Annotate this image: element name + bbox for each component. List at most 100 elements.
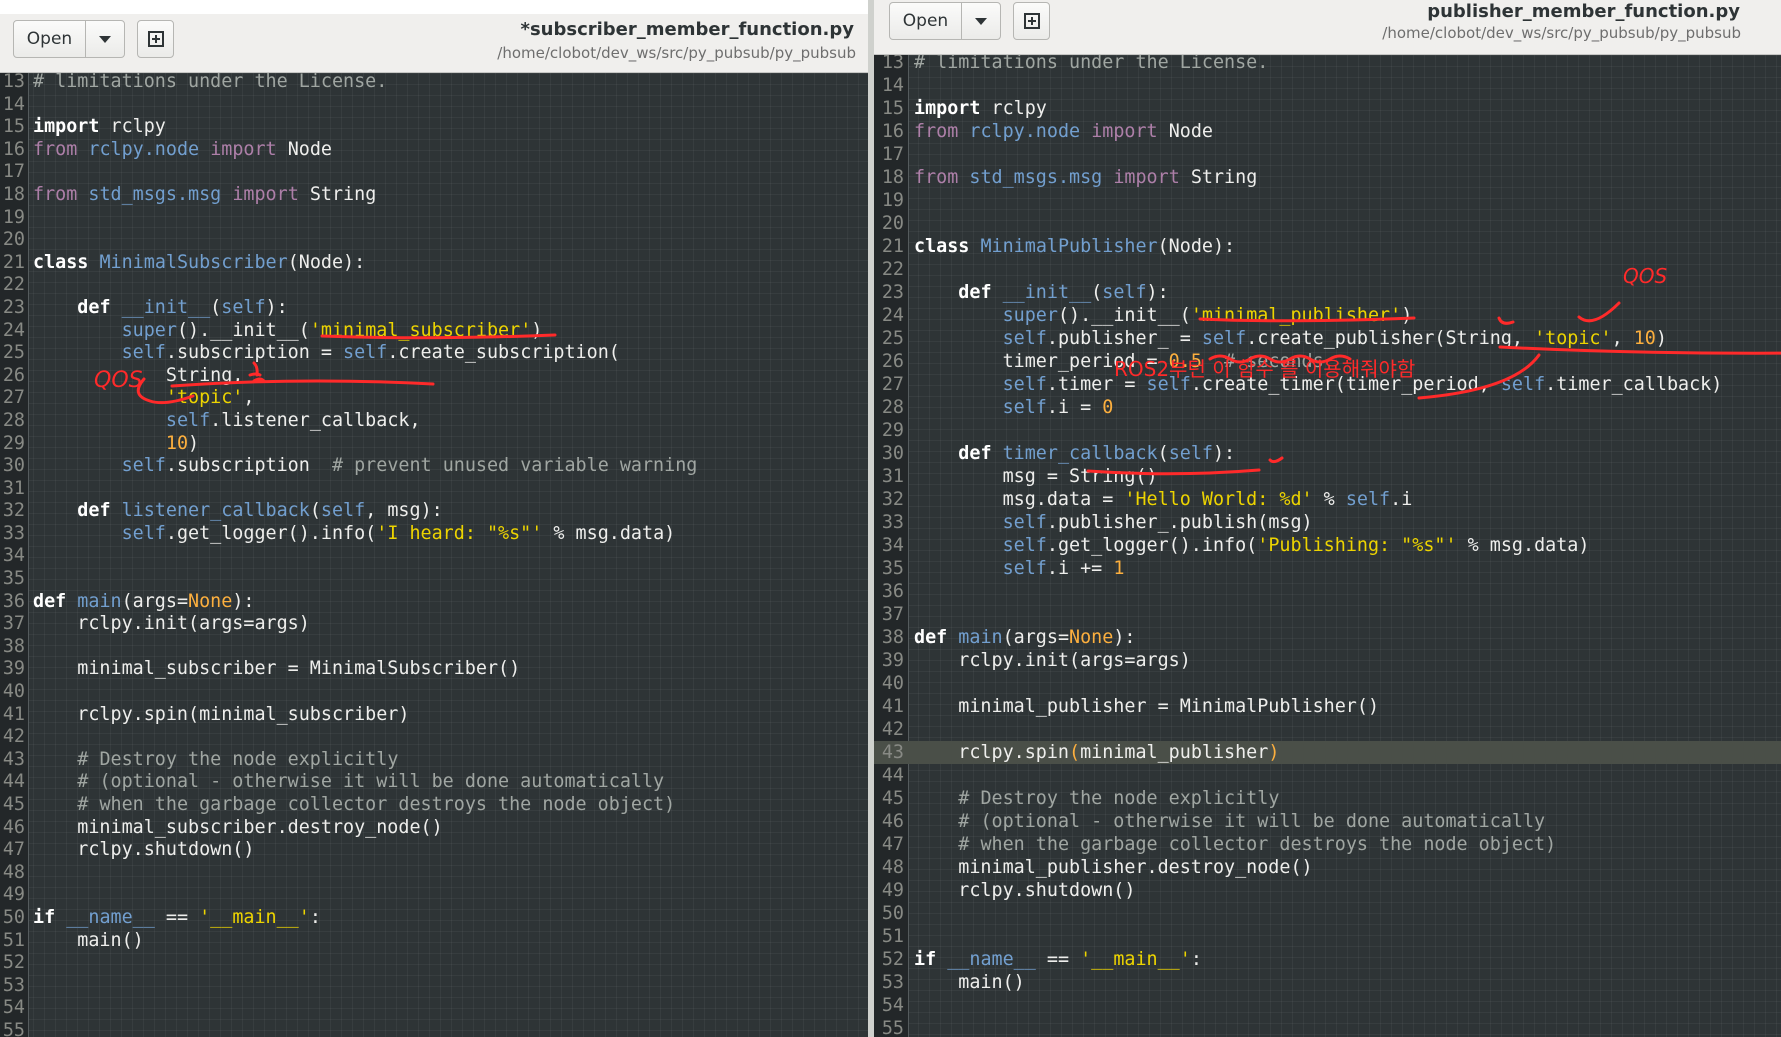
code-line[interactable]: 31 [0,478,868,501]
code-line[interactable]: 55 [0,1020,868,1037]
code-line[interactable]: 36 def main(args=None): [0,591,868,614]
code-line[interactable]: 37 rclpy.init(args=args) [0,613,868,636]
code-line[interactable]: 14 [874,74,1781,97]
code-line[interactable]: 35 self.i += 1 [874,557,1781,580]
new-tab-button[interactable] [137,20,174,58]
code-line[interactable]: 26 String, [0,365,868,388]
code-line[interactable]: 13 # limitations under the License. [874,55,1781,74]
current-code-line[interactable]: 43 rclpy.spin(minimal_publisher) [874,741,1781,764]
code-line[interactable]: 20 [874,212,1781,235]
code-line[interactable]: 50 [874,902,1781,925]
code-line[interactable]: 39 minimal_subscriber = MinimalSubscribe… [0,658,868,681]
code-line[interactable]: 22 [0,274,868,297]
code-line[interactable]: 15 import rclpy [0,116,868,139]
code-line[interactable]: 28 self.i = 0 [874,396,1781,419]
code-line[interactable]: 23 def __init__(self): [0,297,868,320]
code-line[interactable]: 30 self.subscription # prevent unused va… [0,455,868,478]
code-line[interactable]: 17 [0,161,868,184]
code-line[interactable]: 19 [0,207,868,230]
code-line[interactable]: 46 minimal_subscriber.destroy_node() [0,817,868,840]
code-line[interactable]: 44 [874,764,1781,787]
code-line[interactable]: 43 # Destroy the node explicitly [0,749,868,772]
code-line[interactable]: 54 [0,997,868,1020]
code-line[interactable]: 24 super().__init__('minimal_publisher') [874,304,1781,327]
code-line[interactable]: 18 from std_msgs.msg import String [874,166,1781,189]
code-line[interactable]: 41 minimal_publisher = MinimalPublisher(… [874,695,1781,718]
code-line[interactable]: 54 [874,994,1781,1017]
code-line[interactable]: 31 msg = String() [874,465,1781,488]
code-line[interactable]: 42 [0,726,868,749]
code-line[interactable]: 47 rclpy.shutdown() [0,839,868,862]
code-line[interactable]: 53 [0,975,868,998]
code-line[interactable]: 51 [874,925,1781,948]
code-content: rclpy.init(args=args) [33,613,310,636]
code-line[interactable]: 28 self.listener_callback, [0,410,868,433]
code-view[interactable]: 13 # limitations under the License. 14 15 im… [0,73,868,1037]
code-line[interactable]: 40 [874,672,1781,695]
code-line[interactable]: 21 class MinimalSubscriber(Node): [0,252,868,275]
import-keyword-token: from [33,183,78,205]
code-line[interactable]: 27 'topic', [0,387,868,410]
code-line[interactable]: 49 rclpy.shutdown() [874,879,1781,902]
code-line[interactable]: 49 [0,884,868,907]
code-line[interactable]: 25 self.publisher_ = self.create_publish… [874,327,1781,350]
code-line[interactable]: 33 self.get_logger().info('I heard: "%s"… [0,523,868,546]
code-line[interactable]: 45 # when the garbage collector destroys… [0,794,868,817]
code-line[interactable]: 17 [874,143,1781,166]
code-line[interactable]: 53 main() [874,971,1781,994]
code-line[interactable]: 48 [0,862,868,885]
code-line[interactable]: 15 import rclpy [874,97,1781,120]
code-line[interactable]: 16 from rclpy.node import Node [874,120,1781,143]
code-line[interactable]: 37 [874,603,1781,626]
code-line[interactable]: 47 # when the garbage collector destroys… [874,833,1781,856]
code-line[interactable]: 29 [874,419,1781,442]
code-line[interactable]: 18 from std_msgs.msg import String [0,184,868,207]
line-number: 17 [881,144,904,165]
code-line[interactable]: 34 [0,545,868,568]
code-line[interactable]: 30 def timer_callback(self): [874,442,1781,465]
code-line[interactable]: 29 10) [0,433,868,456]
code-line[interactable]: 25 self.subscription = self.create_subsc… [0,342,868,365]
code-line[interactable]: 39 rclpy.init(args=args) [874,649,1781,672]
code-line[interactable]: 23 def __init__(self): [874,281,1781,304]
code-line[interactable]: 14 [0,94,868,117]
code-line[interactable]: 19 [874,189,1781,212]
code-line[interactable]: 45 # Destroy the node explicitly [874,787,1781,810]
code-view[interactable]: 13 # limitations under the License. 14 15 im… [874,55,1781,1037]
code-line[interactable]: 32 msg.data = 'Hello World: %d' % self.i [874,488,1781,511]
code-line[interactable]: 40 [0,681,868,704]
code-line[interactable]: 21 class MinimalPublisher(Node): [874,235,1781,258]
code-line[interactable]: 26 timer_period = 0.5 # seconds [874,350,1781,373]
code-line[interactable]: 44 # (optional - otherwise it will be do… [0,771,868,794]
code-line[interactable]: 38 def main(args=None): [874,626,1781,649]
open-button[interactable]: Open [889,2,962,40]
open-menu-button[interactable] [961,2,1001,40]
code-line[interactable]: 24 super().__init__('minimal_subscriber'… [0,320,868,343]
code-line[interactable]: 52 [0,952,868,975]
code-line[interactable]: 34 self.get_logger().info('Publishing: "… [874,534,1781,557]
open-button[interactable]: Open [13,20,86,58]
code-line[interactable]: 50 if __name__ == '__main__': [0,907,868,930]
open-menu-button[interactable] [85,20,125,58]
code-line[interactable]: 51 main() [0,930,868,953]
code-line[interactable]: 27 self.timer = self.create_timer(timer_… [874,373,1781,396]
code-line[interactable]: 20 [0,229,868,252]
code-line[interactable]: 41 rclpy.spin(minimal_subscriber) [0,704,868,727]
code-line[interactable]: 22 [874,258,1781,281]
code-line[interactable]: 33 self.publisher_.publish(msg) [874,511,1781,534]
code-line[interactable]: 52 if __name__ == '__main__': [874,948,1781,971]
code-line[interactable]: 16 from rclpy.node import Node [0,139,868,162]
code-line[interactable]: 42 [874,718,1781,741]
code-line[interactable]: 48 minimal_publisher.destroy_node() [874,856,1781,879]
code-line[interactable]: 36 [874,580,1781,603]
new-tab-button[interactable] [1013,2,1050,40]
code-line[interactable]: 35 [0,568,868,591]
code-line[interactable]: 38 [0,636,868,659]
code-line[interactable]: 55 [874,1017,1781,1037]
code-line[interactable]: 46 # (optional - otherwise it will be do… [874,810,1781,833]
code-line[interactable]: 13 # limitations under the License. [0,73,868,94]
line-number: 40 [2,681,25,703]
code-line[interactable]: 32 def listener_callback(self, msg): [0,500,868,523]
